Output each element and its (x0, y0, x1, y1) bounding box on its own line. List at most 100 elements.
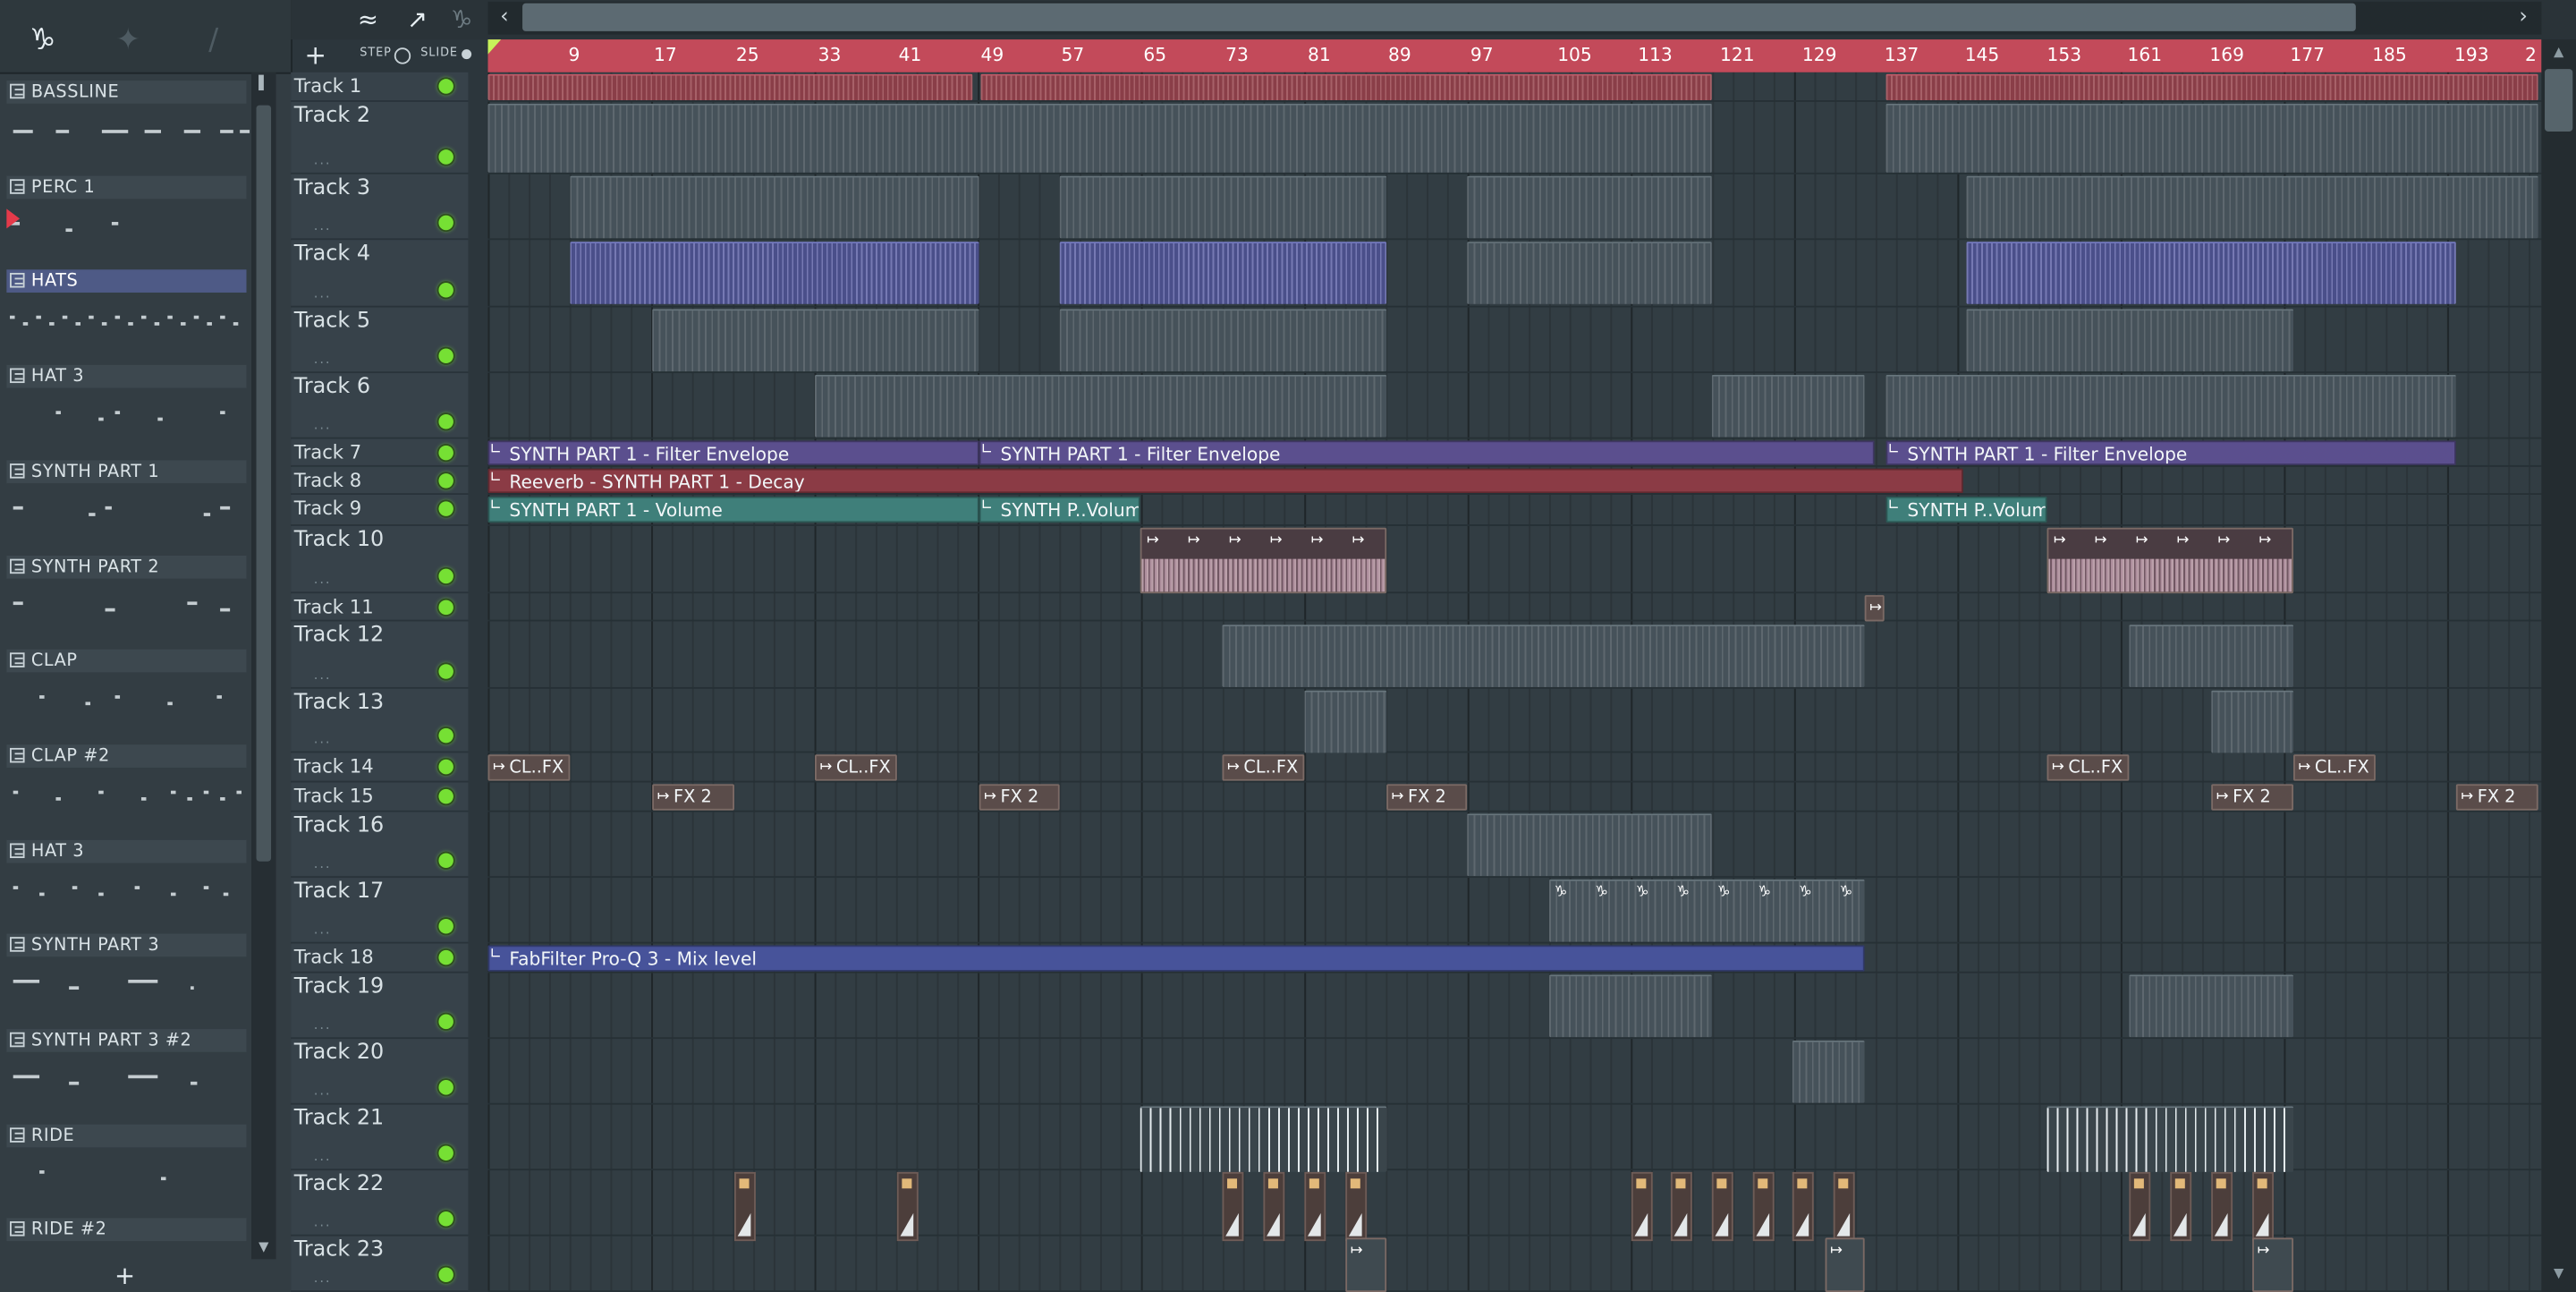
sample-clip[interactable]: ↦ FX 2 (1386, 784, 1468, 811)
automation-clip[interactable]: ∟ SYNTH PART 1 - Filter Envelope (1885, 440, 2456, 465)
pattern-clip[interactable] (570, 175, 979, 239)
pattern-clip[interactable] (1549, 974, 1712, 1038)
track-name[interactable]: Track 4 (294, 242, 370, 267)
kick-clip[interactable] (2129, 1171, 2151, 1242)
sample-clip[interactable]: ↦ (1825, 1237, 1865, 1292)
track-name[interactable]: Track 23 (294, 1237, 384, 1262)
pattern-menu-icon[interactable] (10, 1126, 25, 1143)
sample-clip[interactable]: ↦ ↦ ↦ ↦ ↦ ↦ (1140, 527, 1387, 594)
automation-clip[interactable]: ∟ SYNTH P..Volume (979, 496, 1140, 523)
track-mute-led[interactable] (438, 1014, 453, 1030)
track-mute-led[interactable] (438, 413, 453, 429)
kick-clip[interactable] (896, 1171, 919, 1242)
track-mute-led[interactable] (438, 445, 453, 461)
kick-clip[interactable] (1345, 1171, 1368, 1242)
pattern-clip[interactable] (652, 309, 979, 372)
kick-clip[interactable] (1752, 1171, 1775, 1242)
track-name[interactable]: Track 3 (294, 176, 370, 201)
automation-clip[interactable]: ∟ SYNTH PART 1 - Filter Envelope (487, 440, 979, 465)
pattern-menu-icon[interactable] (10, 557, 25, 574)
pattern-item[interactable]: CLAP (0, 646, 250, 742)
track-mute-led[interactable] (438, 568, 453, 584)
track-header[interactable]: Track 22... (291, 1170, 469, 1237)
pattern-clip[interactable] (487, 103, 1712, 173)
kick-clip[interactable] (2211, 1171, 2233, 1242)
picker-scroll-down-icon[interactable]: ▼ (251, 1237, 276, 1260)
track-header[interactable]: Track 14 (291, 752, 469, 783)
pattern-header[interactable]: SYNTH PART 3 #2 (6, 1029, 247, 1052)
pattern-header[interactable]: BASSLINE (6, 81, 247, 104)
scroll-up-icon[interactable]: ▲ (2545, 45, 2572, 64)
kick-clip[interactable] (1304, 1171, 1326, 1242)
track-name[interactable]: Track 18 (294, 945, 374, 968)
track-mute-led[interactable] (438, 149, 453, 165)
track-header[interactable]: Track 16... (291, 812, 469, 879)
track-header[interactable]: Track 19... (291, 973, 469, 1040)
sample-clip[interactable]: ↦ FX 2 (652, 784, 735, 811)
pattern-clip[interactable] (1885, 103, 2538, 173)
pattern-clip[interactable] (1059, 242, 1387, 304)
sample-clip[interactable]: ↦ CL..FX (1222, 754, 1305, 781)
pattern-clip[interactable] (1467, 175, 1712, 239)
pattern-clip[interactable] (1966, 309, 2294, 372)
kick-clip[interactable] (1711, 1171, 1733, 1242)
pattern-clip[interactable] (1966, 242, 2456, 304)
track-name[interactable]: Track 22 (294, 1172, 384, 1197)
pattern-menu-icon[interactable] (10, 1221, 25, 1237)
track-name[interactable]: Track 16 (294, 813, 384, 838)
track-mute-led[interactable] (438, 79, 453, 94)
pattern-item[interactable]: SYNTH PART 3 #2 (0, 1025, 250, 1121)
pattern-item[interactable]: RIDE (0, 1120, 250, 1216)
pattern-header[interactable]: HATS (6, 270, 247, 293)
pattern-clip[interactable] (2211, 690, 2294, 753)
track-header[interactable]: Track 5... (291, 307, 469, 374)
scroll-right-icon[interactable]: › (2510, 4, 2536, 33)
kick-clip[interactable] (1631, 1171, 1653, 1242)
track-name[interactable]: Track 14 (294, 754, 374, 778)
track-mute-led[interactable] (438, 215, 453, 231)
track-mute-led[interactable] (438, 473, 453, 489)
track-header[interactable]: Track 1 (291, 72, 469, 102)
pattern-header[interactable]: RIDE #2 (6, 1219, 247, 1242)
pattern-item[interactable]: HAT 3 (0, 836, 250, 931)
pattern-header[interactable]: RIDE (6, 1124, 247, 1147)
picker-scrollbar-thumb[interactable] (256, 105, 272, 862)
pattern-icon[interactable]: ♑ (444, 4, 479, 37)
track-name[interactable]: Track 17 (294, 880, 384, 905)
pattern-item[interactable]: RIDE #2 (0, 1215, 250, 1259)
pattern-header[interactable]: CLAP #2 (6, 744, 247, 768)
curve-icon[interactable]: ∕ (191, 20, 236, 63)
pattern-clip[interactable] (1966, 175, 2538, 239)
pattern-item[interactable]: HAT 3 (0, 361, 250, 457)
pattern-header[interactable]: HAT 3 (6, 839, 247, 863)
track-mute-led[interactable] (438, 1211, 453, 1227)
scroll-left-icon[interactable]: ‹ (491, 4, 517, 33)
kick-clip[interactable] (2252, 1171, 2274, 1242)
curve-icon[interactable]: ↗ (399, 4, 435, 37)
pattern-clip[interactable] (1304, 690, 1387, 753)
track-header[interactable]: Track 10... (291, 525, 469, 594)
track-name[interactable]: Track 5 (294, 309, 370, 334)
sample-clip[interactable]: ↦ FX 2 (2455, 784, 2538, 811)
pattern-header[interactable]: HAT 3 (6, 365, 247, 388)
kick-clip[interactable] (734, 1171, 756, 1242)
waveform-icon[interactable]: ≈ (350, 4, 386, 37)
track-mute-led[interactable] (438, 727, 453, 744)
slide-toggle[interactable] (462, 49, 472, 60)
pattern-clip[interactable] (1885, 374, 2456, 438)
pattern-item[interactable]: SYNTH PART 2 (0, 551, 250, 647)
track-name[interactable]: Track 13 (294, 691, 384, 716)
sample-clip[interactable]: ↦ (1864, 595, 1885, 622)
pattern-item[interactable]: CLAP #2 (0, 741, 250, 837)
track-name[interactable]: Track 15 (294, 784, 374, 807)
track-header[interactable]: Track 9 (291, 494, 469, 526)
track-mute-led[interactable] (438, 918, 453, 934)
pattern-menu-icon[interactable] (10, 273, 25, 289)
pattern-clip[interactable] (1467, 813, 1712, 877)
pattern-clip[interactable] (1467, 242, 1712, 304)
pattern-menu-icon[interactable] (10, 83, 25, 99)
add-track-button[interactable]: + (291, 39, 340, 72)
track-mute-led[interactable] (438, 282, 453, 298)
kick-clip[interactable] (1792, 1171, 1814, 1242)
kick-clip[interactable] (1833, 1171, 1855, 1242)
